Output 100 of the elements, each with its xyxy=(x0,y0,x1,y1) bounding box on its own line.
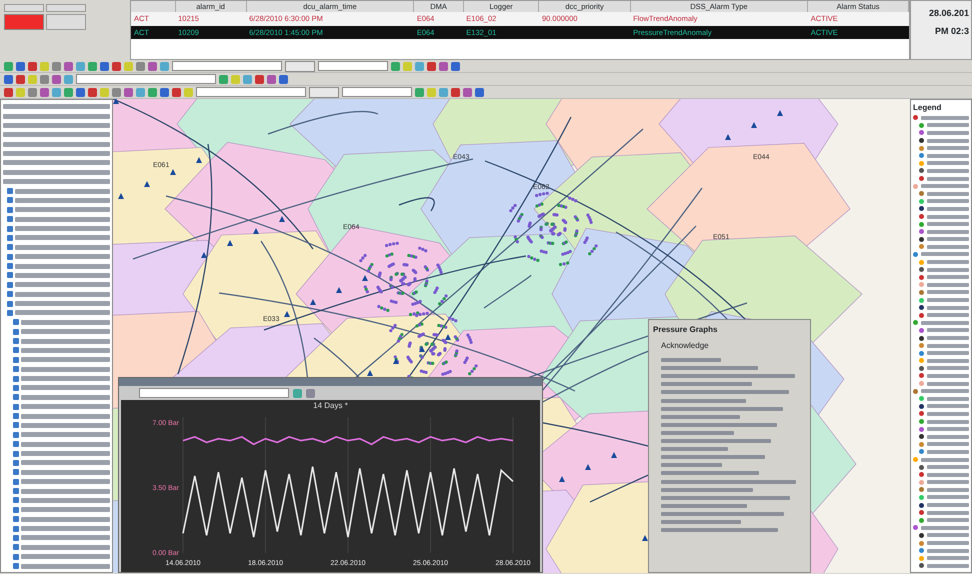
checkbox-icon[interactable] xyxy=(13,450,19,457)
menu-item-placeholder[interactable] xyxy=(661,496,790,500)
checkbox-icon[interactable] xyxy=(13,506,19,513)
tree-item-placeholder[interactable] xyxy=(15,188,110,194)
checkbox-icon[interactable] xyxy=(13,432,19,438)
tree-item-placeholder[interactable] xyxy=(21,414,110,419)
tree-item-placeholder[interactable] xyxy=(15,272,110,278)
tree-item-placeholder[interactable] xyxy=(21,535,110,540)
tree-item-placeholder[interactable] xyxy=(15,254,110,260)
tree-item-placeholder[interactable] xyxy=(15,216,110,222)
tree-item-placeholder[interactable] xyxy=(21,460,110,466)
menu-item-placeholder[interactable] xyxy=(661,422,777,427)
checkbox-icon[interactable] xyxy=(13,422,19,428)
tree-item-placeholder[interactable] xyxy=(21,385,110,390)
menu-item-placeholder[interactable] xyxy=(661,455,765,460)
checkbox-icon[interactable] xyxy=(13,469,19,476)
tree-item-placeholder[interactable] xyxy=(3,132,110,138)
tree-item-placeholder[interactable] xyxy=(21,544,110,550)
tree-item-placeholder[interactable] xyxy=(21,554,110,560)
dropdown-field[interactable] xyxy=(139,388,289,398)
menu-item-placeholder[interactable] xyxy=(661,439,771,444)
menu-item-placeholder[interactable] xyxy=(661,463,722,468)
checkbox-icon[interactable] xyxy=(13,441,19,448)
tree-item-placeholder[interactable] xyxy=(21,516,110,522)
menu-item-placeholder[interactable] xyxy=(661,520,741,524)
toolbar-button[interactable] xyxy=(309,86,339,98)
tree-item-placeholder[interactable] xyxy=(15,282,110,288)
checkbox-icon[interactable] xyxy=(13,394,19,400)
tree-item-placeholder[interactable] xyxy=(3,151,110,156)
checkbox-icon[interactable] xyxy=(7,282,13,288)
tree-item-placeholder[interactable] xyxy=(21,348,110,353)
tree-item-placeholder[interactable] xyxy=(3,122,110,128)
checkbox-icon[interactable] xyxy=(13,413,19,420)
tree-item-placeholder[interactable] xyxy=(15,301,110,306)
checkbox-icon[interactable] xyxy=(13,497,19,504)
checkbox-icon[interactable] xyxy=(13,488,19,494)
checkbox-icon[interactable] xyxy=(13,319,19,326)
menu-item[interactable]: Acknowledge xyxy=(653,338,806,354)
menu-item-placeholder[interactable] xyxy=(661,471,759,476)
tree-item-placeholder[interactable] xyxy=(21,442,110,447)
tree-item-placeholder[interactable] xyxy=(21,488,110,494)
menu-item-placeholder[interactable] xyxy=(661,447,728,452)
dropdown-field[interactable] xyxy=(196,87,306,97)
checkbox-icon[interactable] xyxy=(13,376,19,382)
toolbar-button[interactable] xyxy=(46,14,86,30)
dropdown-field[interactable] xyxy=(342,87,412,97)
checkbox-icon[interactable] xyxy=(7,244,13,250)
tree-item-placeholder[interactable] xyxy=(21,470,110,475)
dropdown-field[interactable] xyxy=(76,74,216,84)
toolbar-button[interactable] xyxy=(4,4,44,12)
tree-item-placeholder[interactable] xyxy=(21,526,110,532)
tree-item-placeholder[interactable] xyxy=(21,394,110,400)
tree-item-placeholder[interactable] xyxy=(15,235,110,240)
menu-item-placeholder[interactable] xyxy=(661,528,778,532)
tree-item-placeholder[interactable] xyxy=(3,170,110,175)
menu-item-placeholder[interactable] xyxy=(661,366,758,370)
checkbox-icon[interactable] xyxy=(7,291,13,298)
tree-item-placeholder[interactable] xyxy=(21,320,110,325)
tree-item-placeholder[interactable] xyxy=(15,292,110,297)
menu-item-placeholder[interactable] xyxy=(661,382,752,386)
checkbox-icon[interactable] xyxy=(7,226,13,232)
tree-item-placeholder[interactable] xyxy=(21,432,110,438)
checkbox-icon[interactable] xyxy=(13,460,19,466)
checkbox-icon[interactable] xyxy=(13,338,19,344)
tree-item-placeholder[interactable] xyxy=(15,207,110,212)
checkbox-icon[interactable] xyxy=(13,563,19,570)
menu-item-placeholder[interactable] xyxy=(661,488,753,492)
checkbox-icon[interactable] xyxy=(13,526,19,532)
tree-item-placeholder[interactable] xyxy=(21,404,110,410)
tree-item-placeholder[interactable] xyxy=(3,142,110,147)
checkbox-icon[interactable] xyxy=(13,544,19,550)
checkbox-icon[interactable] xyxy=(7,300,13,307)
tree-item-placeholder[interactable] xyxy=(15,310,110,316)
checkbox-icon[interactable] xyxy=(13,404,19,410)
checkbox-icon[interactable] xyxy=(7,272,13,278)
checkbox-icon[interactable] xyxy=(13,384,19,391)
checkbox-icon[interactable] xyxy=(13,366,19,372)
menu-item-placeholder[interactable] xyxy=(661,390,789,394)
checkbox-icon[interactable] xyxy=(7,197,13,204)
checkbox-icon[interactable] xyxy=(7,216,13,222)
menu-item-placeholder[interactable] xyxy=(661,414,740,419)
checkbox-icon[interactable] xyxy=(13,347,19,354)
checkbox-icon[interactable] xyxy=(13,356,19,363)
tree-item-placeholder[interactable] xyxy=(21,366,110,372)
checkbox-icon[interactable] xyxy=(13,554,19,560)
menu-item-placeholder[interactable] xyxy=(661,374,795,378)
checkbox-icon[interactable] xyxy=(13,328,19,335)
checkbox-icon[interactable] xyxy=(13,534,19,541)
tree-item-placeholder[interactable] xyxy=(3,104,110,110)
tree-item-placeholder[interactable] xyxy=(21,357,110,362)
checkbox-icon[interactable] xyxy=(13,478,19,485)
checkbox-icon[interactable] xyxy=(7,254,13,260)
tree-item-placeholder[interactable] xyxy=(21,376,110,382)
checkbox-icon[interactable] xyxy=(7,206,13,213)
menu-item-placeholder[interactable] xyxy=(661,358,721,362)
tree-item-placeholder[interactable] xyxy=(21,507,110,512)
menu-item-placeholder[interactable] xyxy=(661,504,747,508)
tree-item-placeholder[interactable] xyxy=(21,479,110,484)
tree-item-placeholder[interactable] xyxy=(21,422,110,428)
tree-item-placeholder[interactable] xyxy=(21,338,110,344)
